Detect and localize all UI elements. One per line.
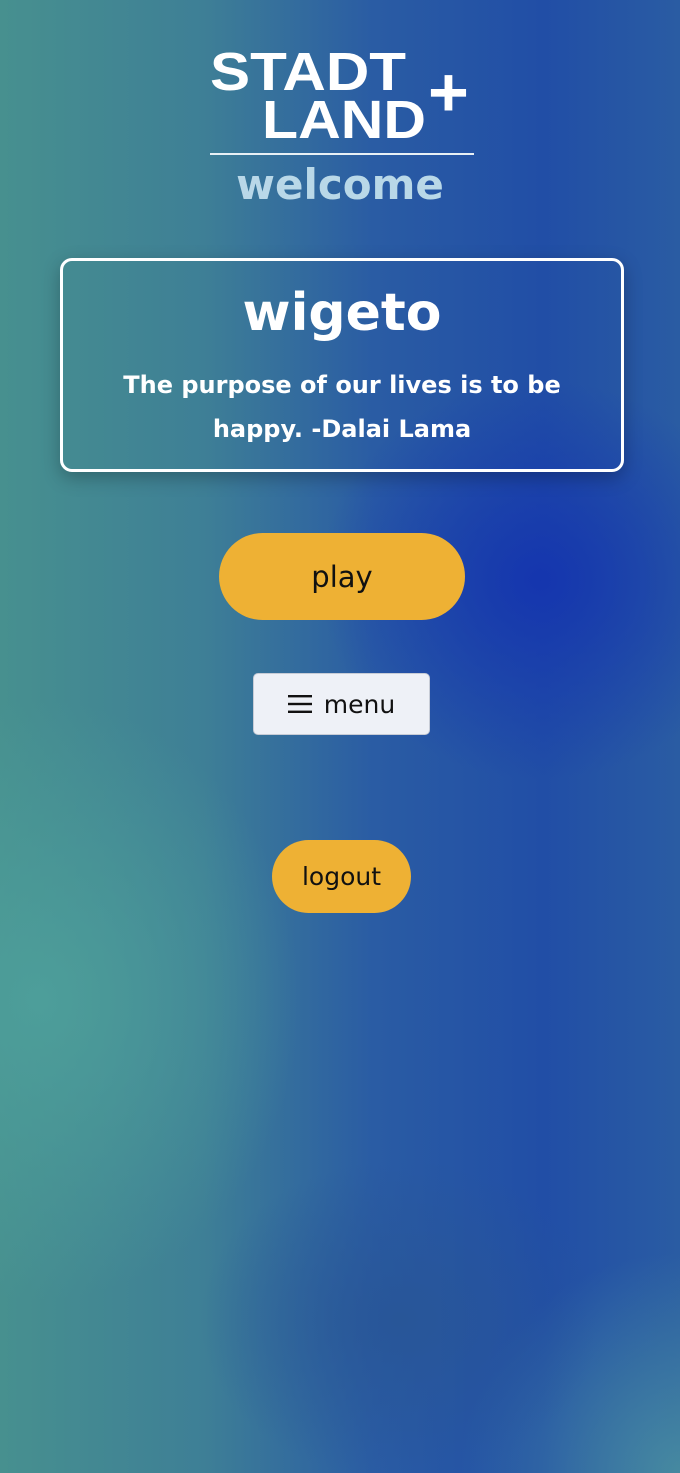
welcome-heading: welcome [236, 160, 444, 209]
menu-button[interactable]: menu [253, 673, 430, 735]
logo-plus: + [428, 53, 469, 131]
profile-card: wigeto The purpose of our lives is to be… [60, 258, 624, 472]
logo-line-land: LAND [262, 90, 426, 144]
app-logo: STADT LAND + [210, 42, 469, 144]
logout-button[interactable]: logout [272, 840, 411, 913]
play-button-label: play [311, 559, 373, 594]
play-button[interactable]: play [219, 533, 465, 620]
user-quote: The purpose of our lives is to be happy.… [123, 371, 561, 443]
logo-divider [210, 153, 474, 155]
logout-button-label: logout [301, 862, 382, 891]
username: wigeto [242, 283, 442, 343]
hamburger-icon [287, 695, 312, 713]
menu-button-label: menu [323, 689, 396, 719]
